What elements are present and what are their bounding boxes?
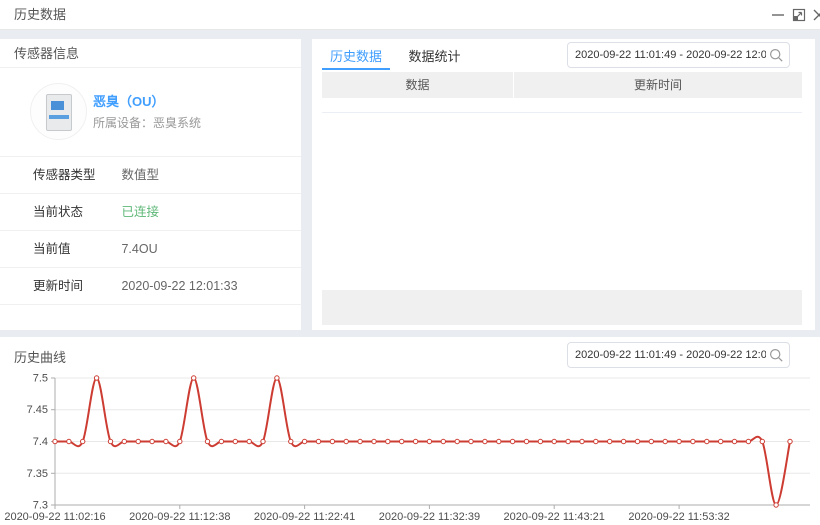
close-icon[interactable] bbox=[811, 0, 820, 30]
svg-text:2020-09-22 11:43:21: 2020-09-22 11:43:21 bbox=[504, 511, 605, 523]
svg-text:7.45: 7.45 bbox=[27, 404, 48, 416]
table-header: 数据 更新时间 bbox=[322, 72, 802, 98]
sensor-device-label: 所属设备：恶臭系统 bbox=[93, 114, 201, 131]
svg-text:2020-09-22 11:22:41: 2020-09-22 11:22:41 bbox=[254, 511, 355, 523]
window-titlebar: 历史数据 bbox=[0, 0, 820, 30]
date-range-picker[interactable] bbox=[567, 42, 790, 68]
sensor-name-link[interactable]: 恶臭（OU） bbox=[93, 91, 165, 110]
svg-text:7.5: 7.5 bbox=[33, 373, 48, 385]
status-badge: 已连接 bbox=[121, 205, 159, 219]
sensor-image bbox=[46, 94, 72, 131]
info-row-sensor-type: 传感器类型 数值型 bbox=[0, 157, 301, 194]
info-row-current-value: 当前值 7.4OU bbox=[0, 231, 301, 268]
history-data-window: 历史数据 传感器信息 恶臭（OU） 所属设备：恶臭系统 传感器类型 数值型 bbox=[0, 0, 820, 525]
table-header-data: 数据 bbox=[322, 72, 513, 98]
info-label: 当前值 bbox=[33, 231, 118, 267]
date-range-input[interactable] bbox=[568, 43, 766, 67]
curve-date-range-picker[interactable] bbox=[567, 342, 790, 368]
maximize-icon[interactable] bbox=[791, 0, 807, 30]
info-label: 更新时间 bbox=[33, 268, 118, 304]
sensor-profile: 恶臭（OU） 所属设备：恶臭系统 bbox=[0, 68, 301, 157]
minimize-icon[interactable] bbox=[770, 0, 786, 30]
search-icon[interactable] bbox=[768, 47, 785, 64]
tab-history-data[interactable]: 历史数据 bbox=[326, 45, 386, 68]
info-value: 7.4OU bbox=[121, 242, 157, 256]
info-value: 2020-09-22 12:01:33 bbox=[121, 279, 237, 293]
table-empty-row bbox=[322, 98, 802, 113]
svg-text:7.35: 7.35 bbox=[27, 468, 48, 480]
info-label: 传感器类型 bbox=[33, 157, 118, 193]
tabs-row: 历史数据 数据统计 bbox=[312, 39, 815, 70]
history-data-panel: 历史数据 数据统计 数据 更新时间 bbox=[312, 39, 815, 330]
history-curve-panel: 历史曲线 7.3 7.35 7.4 7.45 7.5 2020-09-22 11:02:1… bbox=[0, 337, 820, 525]
svg-text:2020-09-22 11:02:16: 2020-09-22 11:02:16 bbox=[4, 511, 105, 523]
tab-data-stats[interactable]: 数据统计 bbox=[404, 45, 464, 68]
window-title: 历史数据 bbox=[14, 0, 66, 30]
svg-text:7.4: 7.4 bbox=[33, 436, 48, 448]
history-line-chart: 7.3 7.35 7.4 7.45 7.5 2020-09-22 11:02:16 2020… bbox=[0, 370, 820, 525]
data-table: 数据 更新时间 bbox=[322, 72, 802, 113]
info-value: 数值型 bbox=[121, 168, 159, 182]
svg-text:2020-09-22 11:32:39: 2020-09-22 11:32:39 bbox=[379, 511, 480, 523]
info-row-current-status: 当前状态 已连接 bbox=[0, 194, 301, 231]
table-header-update-time: 更新时间 bbox=[514, 72, 802, 98]
curve-title: 历史曲线 bbox=[14, 347, 66, 366]
svg-text:2020-09-22 11:53:32: 2020-09-22 11:53:32 bbox=[628, 511, 729, 523]
svg-text:2020-09-22 11:12:38: 2020-09-22 11:12:38 bbox=[129, 511, 230, 523]
search-icon[interactable] bbox=[768, 347, 785, 364]
curve-date-range-input[interactable] bbox=[568, 343, 766, 367]
sensor-info-panel: 传感器信息 恶臭（OU） 所属设备：恶臭系统 传感器类型 数值型 当前状态 已连… bbox=[0, 39, 301, 330]
sensor-info-title: 传感器信息 bbox=[0, 39, 301, 68]
svg-text:7.3: 7.3 bbox=[33, 500, 48, 512]
info-row-update-time: 更新时间 2020-09-22 12:01:33 bbox=[0, 268, 301, 305]
info-label: 当前状态 bbox=[33, 194, 118, 230]
table-footer bbox=[322, 290, 802, 325]
sensor-avatar bbox=[30, 83, 87, 140]
